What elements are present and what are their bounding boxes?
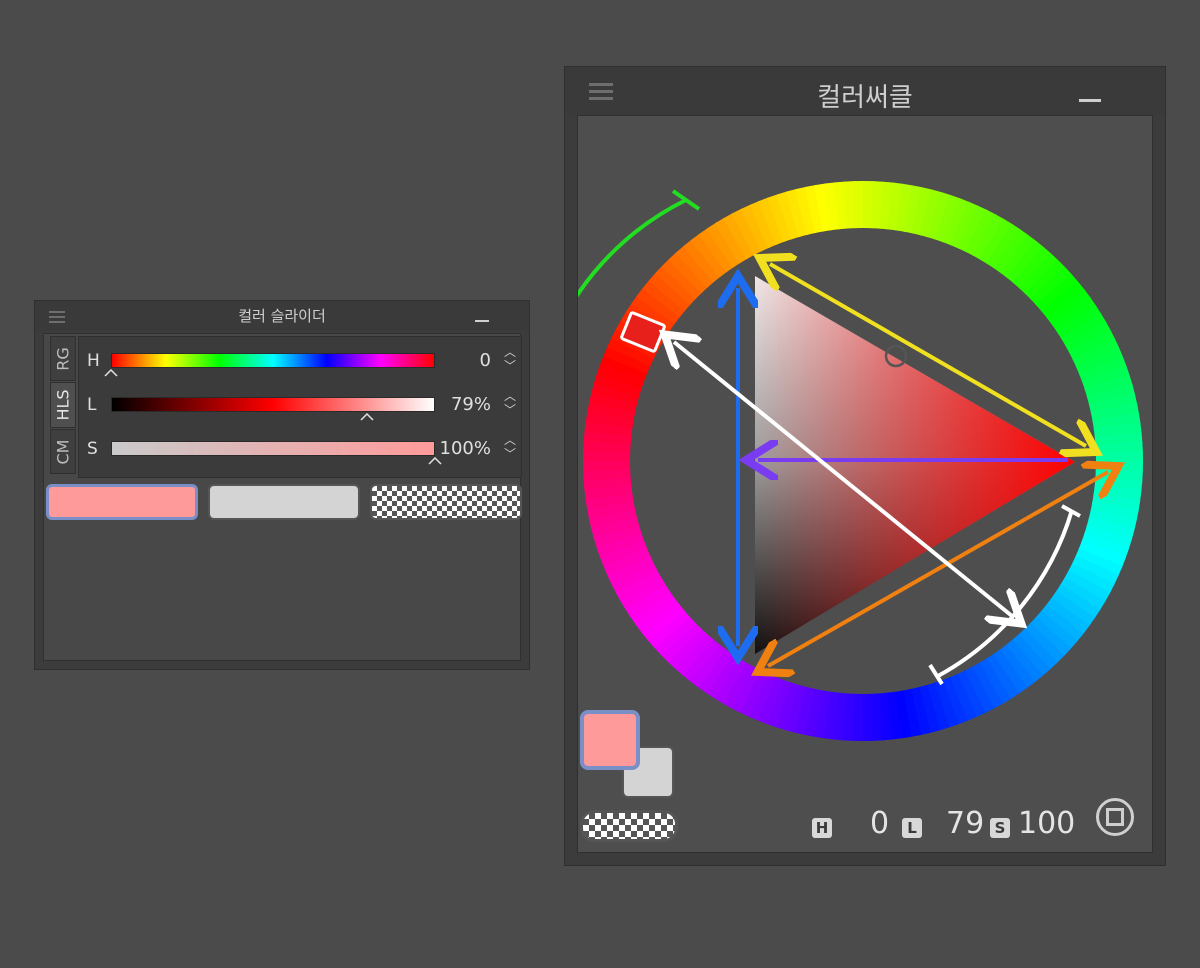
hue-slider-handle[interactable] xyxy=(104,369,118,377)
saturation-label: S xyxy=(87,439,98,459)
tab-cmyk-label: CM xyxy=(53,439,73,464)
circle-panel-title: 컬러써클 xyxy=(817,83,913,113)
lightness-slider-handle[interactable] xyxy=(360,413,374,421)
tab-hls-label: HLS xyxy=(53,389,73,421)
minimize-icon[interactable] xyxy=(1079,99,1101,102)
hue-icon: H xyxy=(812,818,832,838)
transparent-color-swatch[interactable] xyxy=(580,810,678,842)
saturation-slider-row: S 100% ︿ ﹀ xyxy=(79,429,523,469)
lightness-slider-row: L 79% ︿ ﹀ xyxy=(79,385,523,425)
hue-slider[interactable] xyxy=(111,353,435,368)
color-slider-panel: 컬러 슬라이더 RG HLS CM H 0 ︿ ﹀ L 79% ︿ ﹀ S 10… xyxy=(34,300,530,670)
tab-rgb-label: RG xyxy=(53,346,73,371)
hue-label: H xyxy=(87,351,100,371)
close-icon[interactable] xyxy=(1119,79,1145,105)
circle-panel-titlebar[interactable]: 컬러써클 xyxy=(565,67,1165,115)
minimize-icon[interactable] xyxy=(475,320,489,322)
slider-panel-body: RG HLS CM H 0 ︿ ﹀ L 79% ︿ ﹀ S 100% ︿ ﹀ xyxy=(43,333,522,661)
lightness-icon: L xyxy=(902,818,922,838)
circle-panel-body: H 0 L 79 S 100 xyxy=(577,115,1153,853)
color-swatches xyxy=(46,484,522,524)
saturation-stepper[interactable]: ︿ ﹀ xyxy=(501,433,519,463)
slider-panel-title: 컬러 슬라이더 xyxy=(238,307,326,325)
transparent-color-swatch[interactable] xyxy=(370,484,522,520)
hue-stepper[interactable]: ︿ ﹀ xyxy=(501,345,519,375)
color-circle-panel: 컬러써클 H 0 L 79 S 100 xyxy=(564,66,1166,866)
sub-color-swatch[interactable] xyxy=(208,484,360,520)
saturation-value[interactable]: 100% xyxy=(440,438,491,459)
tab-cmyk[interactable]: CM xyxy=(50,429,76,474)
main-color-swatch[interactable] xyxy=(580,710,640,770)
hue-slider-row: H 0 ︿ ﹀ xyxy=(79,341,523,381)
close-icon[interactable] xyxy=(501,307,519,325)
saturation-icon: S xyxy=(990,818,1010,838)
slider-mode-tabs: RG HLS CM xyxy=(50,336,76,475)
main-color-swatch[interactable] xyxy=(46,484,198,520)
slider-panel-titlebar[interactable]: 컬러 슬라이더 xyxy=(35,301,529,331)
lightness-label: L xyxy=(87,395,97,415)
saturation-readout: 100 xyxy=(1018,806,1076,841)
circle-mode-toggle-icon[interactable] xyxy=(1096,798,1134,836)
hue-value[interactable]: 0 xyxy=(480,350,491,371)
color-circle-canvas[interactable] xyxy=(578,116,1154,854)
tab-hls[interactable]: HLS xyxy=(50,382,76,428)
slider-area: H 0 ︿ ﹀ L 79% ︿ ﹀ S 100% ︿ ﹀ xyxy=(78,336,522,478)
tab-rgb[interactable]: RG xyxy=(50,336,76,381)
lightness-value[interactable]: 79% xyxy=(451,394,491,415)
saturation-slider[interactable] xyxy=(111,441,435,456)
lightness-slider[interactable] xyxy=(111,397,435,412)
hue-readout: 0 xyxy=(870,806,890,841)
lightness-readout: 79 xyxy=(946,806,985,841)
lightness-stepper[interactable]: ︿ ﹀ xyxy=(501,389,519,419)
